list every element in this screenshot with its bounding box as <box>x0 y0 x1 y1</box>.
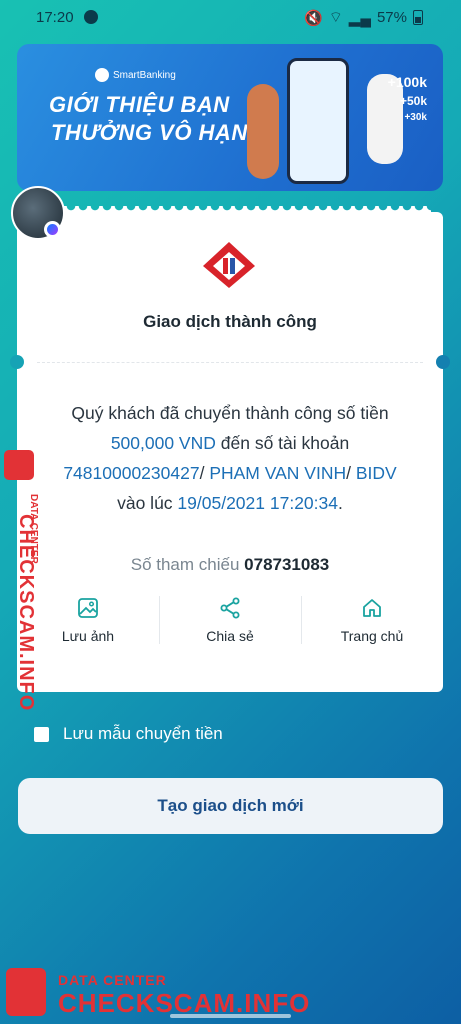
banner-brand: SmartBanking <box>95 68 176 82</box>
banner-headline-2: THƯỞNG VÔ HẠN <box>51 120 248 145</box>
signal-icon: ▂▄ <box>348 9 371 27</box>
home-indicator[interactable] <box>170 1014 291 1018</box>
receipt-actions: Lưu ảnh Chia sẻ Trang chủ <box>17 592 443 652</box>
mute-icon: 🔇 <box>304 9 323 27</box>
message-text: Quý khách đã chuyển thành công số tiền <box>71 403 389 423</box>
banner-phone-illustration <box>287 58 349 184</box>
ticket-notch <box>436 355 450 369</box>
banner-person-illustration <box>247 84 279 179</box>
messenger-notification-icon <box>84 10 98 24</box>
messenger-badge-icon <box>44 221 61 238</box>
reference-number: 078731083 <box>244 555 330 574</box>
message-text: . <box>338 493 343 513</box>
message-text: / <box>346 463 356 483</box>
dashed-divider <box>37 362 423 363</box>
status-title: Giao dịch thành công <box>143 312 317 331</box>
battery-percent: 57% <box>376 9 407 26</box>
recipient-name: PHAM VAN VINH <box>209 463 347 483</box>
banner-bonus: +30k <box>404 112 427 123</box>
bank-name: BIDV <box>355 463 397 483</box>
brand-label: SmartBanking <box>113 69 176 81</box>
ticket-notch <box>10 355 24 369</box>
reference-label: Số tham chiếu <box>130 555 240 574</box>
watermark-side: CHECKSCAM.INFO DATA CENTER <box>0 450 44 711</box>
lock-icon <box>4 450 34 480</box>
message-text: đến số tài khoản <box>215 433 350 453</box>
promo-banner[interactable]: SmartBanking GIỚI THIỆU BẠN THƯỞNG VÔ HẠ… <box>17 44 443 191</box>
lock-icon <box>6 968 46 1016</box>
transfer-amount: 500,000 VND <box>110 433 216 453</box>
wifi-icon: ⌔ <box>328 9 343 26</box>
home-icon <box>363 599 381 617</box>
watermark-text: DATA CENTER <box>58 972 167 988</box>
transaction-message: Quý khách đã chuyển thành công số tiền 5… <box>41 398 419 518</box>
share-button[interactable]: Chia sẻ <box>159 592 301 652</box>
status-icons: 🔇 ⌔ ▂▄ 57% <box>304 8 423 27</box>
banner-bonus: +50k <box>399 94 427 108</box>
transaction-receipt-card: Giao dịch thành công Quý khách đã chuyển… <box>10 206 450 692</box>
new-transaction-button[interactable]: Tạo giao dịch mới <box>18 778 443 834</box>
action-label: Trang chủ <box>340 628 404 644</box>
status-bar: 17:20 🔇 ⌔ ▂▄ 57% <box>0 0 461 34</box>
share-icon <box>220 597 240 619</box>
watermark-text: DATA CENTER <box>28 494 39 564</box>
message-text: vào lúc <box>117 493 178 513</box>
action-label: Chia sẻ <box>206 628 254 644</box>
home-button[interactable]: Trang chủ <box>301 592 443 652</box>
banner-headline-1: GIỚI THIỆU BẠN <box>49 92 230 117</box>
banner-bonus: +100k <box>387 74 427 90</box>
brand-logo-icon <box>95 68 109 82</box>
checkbox-icon[interactable] <box>34 726 49 742</box>
transaction-datetime: 19/05/2021 17:20:34 <box>177 493 338 513</box>
save-template-label: Lưu mẫu chuyển tiền <box>63 724 223 743</box>
status-time: 17:20 <box>36 9 74 26</box>
account-number: 74810000230427 <box>63 463 200 483</box>
reference-row: Số tham chiếu 078731083 <box>17 555 443 575</box>
battery-icon <box>413 10 423 25</box>
image-icon <box>78 598 98 618</box>
save-template-checkbox[interactable]: Lưu mẫu chuyển tiền <box>34 724 223 744</box>
bidv-logo-icon <box>203 242 255 288</box>
card-edge <box>29 206 431 214</box>
message-text: / <box>199 463 210 483</box>
